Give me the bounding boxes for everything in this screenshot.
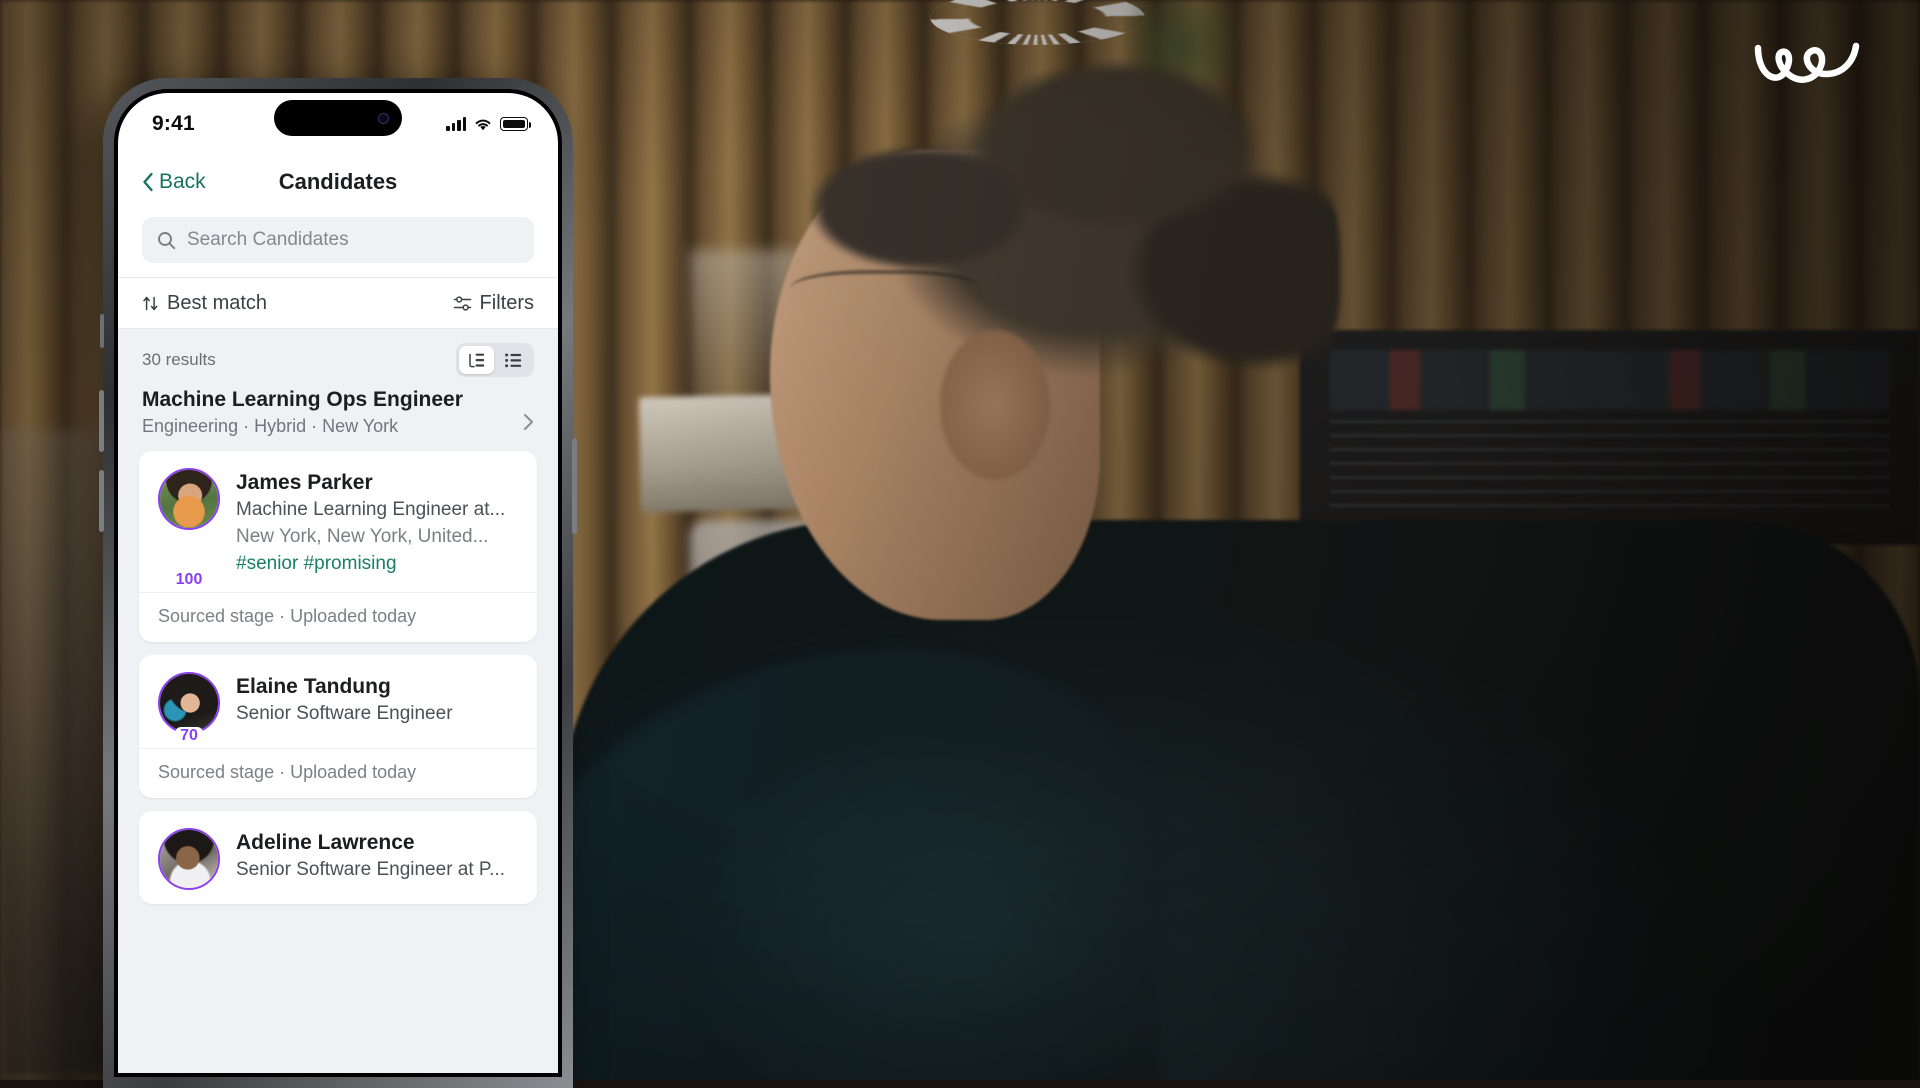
filters-button[interactable]: Filters [453, 292, 534, 315]
candidate-card[interactable]: 100 James Parker Machine Learning Engine… [139, 451, 537, 642]
silent-switch[interactable] [100, 314, 104, 348]
power-button[interactable] [572, 438, 577, 534]
avatar [158, 828, 220, 890]
battery-icon [500, 117, 528, 131]
candidate-card[interactable]: Adeline Lawrence Senior Software Enginee… [139, 811, 537, 904]
avatar-wrapper [158, 828, 220, 890]
search-icon [157, 231, 176, 250]
navigation-bar: Back Candidates [118, 155, 558, 209]
status-icons [446, 117, 528, 132]
avatar [158, 468, 220, 530]
search-bar[interactable] [142, 217, 534, 263]
match-score-badge: 100 [171, 571, 208, 589]
search-input[interactable] [187, 229, 519, 251]
candidate-name: Adeline Lawrence [236, 829, 518, 856]
status-time: 9:41 [152, 112, 195, 136]
candidate-name: James Parker [236, 469, 518, 496]
avatar-wrapper: 70 [158, 672, 220, 734]
candidate-name: Elaine Tandung [236, 673, 518, 700]
avatar-photo [160, 674, 218, 732]
view-toggle-group [456, 343, 534, 377]
avatar [158, 672, 220, 734]
volume-up-button[interactable] [99, 390, 104, 452]
grouped-list-icon [467, 352, 486, 369]
phone-screen: 9:41 [118, 93, 558, 1073]
sort-button[interactable]: Best match [142, 292, 267, 315]
candidate-location: New York, New York, United... [236, 524, 518, 551]
sort-arrows-icon [142, 295, 159, 312]
results-list[interactable]: 30 results [118, 329, 558, 1073]
candidate-role: Machine Learning Engineer at... [236, 497, 518, 524]
dynamic-island [274, 100, 402, 136]
search-section [118, 209, 558, 277]
workable-logo [1748, 30, 1868, 100]
sort-filter-bar: Best match Filters [118, 277, 558, 329]
status-bar: 9:41 [118, 93, 558, 155]
job-meta: Engineering · Hybrid · New York [142, 416, 523, 437]
grouped-view-toggle[interactable] [459, 346, 494, 374]
results-header: 30 results [118, 329, 558, 381]
results-count: 30 results [142, 350, 216, 370]
avatar-wrapper: 100 [158, 468, 220, 578]
phone-bezel: 9:41 [114, 89, 562, 1077]
chevron-left-icon [142, 172, 154, 192]
candidate-status: Sourced stage · Uploaded today [139, 748, 537, 798]
avatar-photo [160, 470, 218, 528]
match-score-badge: 70 [175, 727, 203, 745]
chevron-right-icon [523, 413, 534, 431]
front-camera-icon [378, 113, 389, 124]
back-label: Back [159, 170, 206, 194]
filter-sliders-icon [453, 295, 472, 312]
wifi-icon [473, 117, 493, 132]
candidate-role: Senior Software Engineer [236, 701, 518, 728]
job-expand-button[interactable] [523, 387, 534, 436]
list-view-toggle[interactable] [496, 346, 531, 374]
candidate-tags[interactable]: #senior #promising [236, 551, 518, 578]
volume-down-button[interactable] [99, 470, 104, 532]
avatar-photo [160, 830, 218, 888]
candidate-role: Senior Software Engineer at P... [236, 857, 518, 884]
bullet-list-icon [504, 352, 523, 369]
phone-mockup: 9:41 [103, 78, 573, 1088]
back-button[interactable]: Back [142, 170, 206, 194]
job-group-header[interactable]: Machine Learning Ops Engineer Engineerin… [118, 381, 558, 451]
sort-label: Best match [167, 292, 267, 315]
job-title: Machine Learning Ops Engineer [142, 387, 523, 413]
candidate-card[interactable]: 70 Elaine Tandung Senior Software Engine… [139, 655, 537, 798]
candidate-status: Sourced stage · Uploaded today [139, 592, 537, 642]
cellular-signal-icon [446, 117, 466, 131]
filters-label: Filters [480, 292, 534, 315]
